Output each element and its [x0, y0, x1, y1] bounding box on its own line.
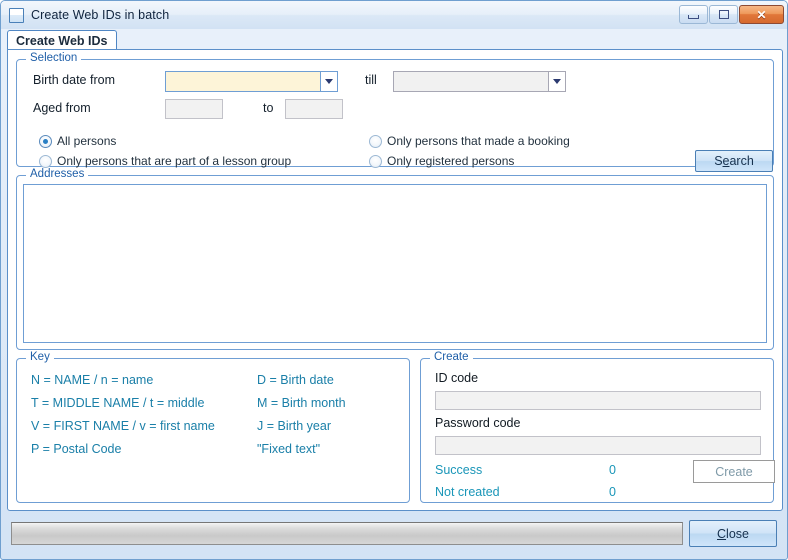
selection-group: Selection Birth date from till Aged from… [16, 59, 774, 167]
close-icon: ✕ [756, 9, 766, 21]
status-bar: Close [7, 518, 783, 552]
application-window: Create Web IDs in batch ✕ Create Web IDs… [0, 0, 788, 560]
key-item-birth-month: M = Birth month [257, 396, 346, 410]
create-group: Create ID code Password code Success 0 N… [420, 358, 774, 503]
title-bar[interactable]: Create Web IDs in batch ✕ [1, 1, 788, 29]
password-code-label: Password code [435, 416, 520, 430]
not-created-label: Not created [435, 485, 500, 499]
key-item-first-name: V = FIRST NAME / v = first name [31, 419, 215, 433]
radio-lesson-group-persons[interactable]: Only persons that are part of a lesson g… [39, 154, 291, 168]
maximize-button[interactable] [709, 5, 738, 24]
addresses-group: Addresses [16, 175, 774, 350]
create-legend: Create [430, 351, 473, 363]
window-title: Create Web IDs in batch [31, 8, 169, 22]
key-legend: Key [26, 351, 54, 363]
birth-date-from-label: Birth date from [33, 73, 115, 87]
radio-indicator [39, 135, 52, 148]
radio-label: Only registered persons [387, 154, 514, 168]
aged-to-label: to [263, 101, 273, 115]
key-group: Key N = NAME / n = name T = MIDDLE NAME … [16, 358, 410, 503]
till-input[interactable] [393, 71, 548, 92]
close-dialog-button-label: Close [717, 527, 749, 541]
create-button[interactable]: Create [693, 460, 775, 483]
password-code-input[interactable] [435, 436, 761, 455]
selection-legend: Selection [26, 52, 81, 64]
key-item-fixed-text: "Fixed text" [257, 442, 320, 456]
key-item-middle-name: T = MIDDLE NAME / t = middle [31, 396, 204, 410]
chevron-down-icon [325, 79, 333, 84]
radio-indicator [369, 135, 382, 148]
radio-registered-persons[interactable]: Only registered persons [369, 154, 514, 168]
key-item-birth-date: D = Birth date [257, 373, 334, 387]
minimize-button[interactable] [679, 5, 708, 24]
radio-label: All persons [57, 134, 116, 148]
id-code-label: ID code [435, 371, 478, 385]
minimize-icon [688, 15, 699, 19]
close-button[interactable]: ✕ [739, 5, 784, 24]
window-controls: ✕ [679, 5, 784, 24]
id-code-input[interactable] [435, 391, 761, 410]
radio-indicator [369, 155, 382, 168]
success-label: Success [435, 463, 482, 477]
aged-from-label: Aged from [33, 101, 91, 115]
key-item-birth-year: J = Birth year [257, 419, 331, 433]
tab-create-web-ids[interactable]: Create Web IDs [7, 30, 117, 50]
till-label: till [365, 73, 377, 87]
create-button-label: Create [715, 465, 753, 479]
tab-page: Selection Birth date from till Aged from… [7, 49, 783, 511]
till-dropdown-button[interactable] [548, 71, 566, 92]
search-button-label: Search [714, 154, 754, 168]
radio-label: Only persons that are part of a lesson g… [57, 154, 291, 168]
radio-made-booking-persons[interactable]: Only persons that made a booking [369, 134, 570, 148]
close-dialog-button[interactable]: Close [689, 520, 777, 547]
key-item-postal-code: P = Postal Code [31, 442, 121, 456]
aged-to-input[interactable] [285, 99, 343, 119]
aged-from-input[interactable] [165, 99, 223, 119]
till-combo[interactable] [393, 71, 566, 92]
addresses-listbox[interactable] [23, 184, 767, 343]
radio-indicator [39, 155, 52, 168]
window-icon [9, 8, 24, 23]
tab-strip: Create Web IDs [7, 30, 783, 50]
maximize-icon [719, 10, 729, 19]
not-created-value: 0 [609, 485, 616, 499]
chevron-down-icon [553, 79, 561, 84]
success-value: 0 [609, 463, 616, 477]
birth-date-from-dropdown-button[interactable] [320, 71, 338, 92]
radio-label: Only persons that made a booking [387, 134, 570, 148]
birth-date-from-combo[interactable] [165, 71, 338, 92]
addresses-legend: Addresses [26, 168, 88, 180]
radio-all-persons[interactable]: All persons [39, 134, 116, 148]
progress-bar [11, 522, 683, 545]
search-button[interactable]: Search [695, 150, 773, 172]
key-item-name: N = NAME / n = name [31, 373, 153, 387]
birth-date-from-input[interactable] [165, 71, 320, 92]
